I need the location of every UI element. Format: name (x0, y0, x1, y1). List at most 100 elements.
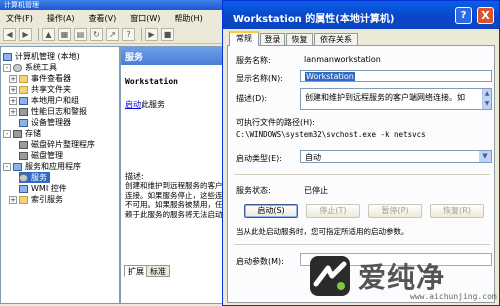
description-field[interactable]: 创建和维护到远程服务的客户端网络连接。如 ▲ ▼ (300, 88, 492, 110)
tree-item-label: 计算机管理 (本地) (15, 52, 80, 61)
back-window-title: 计算机管理 (0, 0, 232, 10)
start-button[interactable]: 启动(S) (244, 204, 298, 218)
disk-icon (19, 151, 28, 160)
toolbar: ◀ ▶ ▲ ▦ ▤ ↻ ↗ ? ▶ ■ (0, 26, 232, 44)
menu-action[interactable]: 操作(A) (47, 13, 75, 24)
collapse-toggle[interactable]: - (3, 129, 11, 138)
properties-icon[interactable]: ▤ (74, 28, 87, 41)
tree-item-services[interactable]: 服务 (19, 172, 50, 183)
dialog-title-bar[interactable]: Workstation 的属性(本地计算机) ? X (223, 1, 499, 29)
description-value: 创建和维护到远程服务的客户端网络连接。如 (305, 93, 465, 102)
service-description-text: 创建和维护到远程服务的客户 连接。如果服务停止，这些连 不可用。如果服务被禁用，… (125, 181, 230, 219)
watermark: 爱纯净 www.aichunjing.com (300, 250, 500, 306)
display-name-value: Workstation (305, 72, 355, 81)
service-name-label: 服务名称: (236, 56, 271, 65)
start-parameters-hint: 当从此处启动服务时，您可指定所适用的启动参数。 (236, 227, 409, 236)
menu-file[interactable]: 文件(F) (6, 13, 33, 24)
services-apps-icon (13, 162, 22, 171)
play-icon[interactable]: ▶ (145, 28, 158, 41)
wmi-icon (19, 184, 28, 193)
gear-icon (19, 173, 28, 182)
expand-toggle[interactable]: + (9, 85, 17, 94)
stop-button[interactable]: 停止(T) (306, 204, 360, 218)
tab-recovery[interactable]: 恢复 (286, 33, 313, 45)
tab-logon[interactable]: 登录 (260, 33, 285, 45)
help-button[interactable]: ? (455, 7, 472, 24)
dialog-tabs: 常规 登录 恢复 依存关系 (223, 31, 499, 46)
refresh-icon[interactable]: ↻ (90, 28, 103, 41)
watermark-url: www.aichunjing.com (410, 292, 497, 301)
tree-item-wmi-control[interactable]: WMI 控件 (19, 183, 67, 194)
tab-standard[interactable]: 标准 (146, 265, 170, 277)
help-icon[interactable]: ? (122, 28, 135, 41)
show-tree-icon[interactable]: ▦ (58, 28, 71, 41)
tree-item-label: 磁盘管理 (31, 151, 63, 160)
watermark-name: 爱纯净 (358, 261, 446, 294)
description-label: 描述(D): (236, 94, 268, 103)
pause-button[interactable]: 暂停(P) (368, 204, 422, 218)
storage-icon (13, 129, 22, 138)
tree-item-performance-logs[interactable]: + 性能日志和警报 (9, 106, 87, 117)
display-name-label: 显示名称(N): (236, 74, 283, 83)
forward-arrow-icon[interactable]: ▶ (19, 28, 32, 41)
tree-item-label: 服务和应用程序 (25, 162, 81, 171)
toolbar-separator (38, 28, 39, 41)
expand-toggle[interactable]: + (9, 96, 17, 105)
tree-item-disk-management[interactable]: 磁盘管理 (19, 150, 63, 161)
tree-item-services-and-apps[interactable]: - 服务和应用程序 (3, 161, 81, 172)
divider (234, 244, 490, 245)
tree-item-shared-folders[interactable]: + 共享文件夹 (9, 84, 71, 95)
dialog-title: Workstation 的属性(本地计算机) (233, 14, 395, 25)
scroll-down-icon[interactable]: ▼ (482, 99, 491, 109)
chevron-down-icon[interactable]: ▼ (479, 151, 491, 162)
stop-icon[interactable]: ■ (161, 28, 174, 41)
up-folder-icon[interactable]: ▲ (42, 28, 55, 41)
tree-item-system-tools[interactable]: - 系统工具 (3, 62, 57, 73)
start-service-link[interactable]: 启动 (125, 100, 141, 109)
performance-icon (19, 107, 28, 116)
scroll-up-icon[interactable]: ▲ (482, 89, 491, 99)
resume-button[interactable]: 恢复(R) (430, 204, 484, 218)
tree-item-device-manager[interactable]: 设备管理器 (19, 117, 71, 128)
collapse-toggle[interactable]: - (3, 162, 11, 171)
path-label: 可执行文件的路径(H): (236, 118, 315, 127)
back-arrow-icon[interactable]: ◀ (3, 28, 16, 41)
tree-item-label: 事件查看器 (31, 74, 71, 83)
tree-item-defrag[interactable]: 磁盘碎片整理程序 (19, 139, 95, 150)
tree-item-local-users[interactable]: + 本地用户和组 (9, 95, 79, 106)
startup-type-label: 启动类型(E): (236, 154, 282, 163)
tree-item-label: 系统工具 (25, 63, 57, 72)
menu-window[interactable]: 窗口(W) (130, 13, 160, 24)
expand-toggle[interactable]: + (9, 195, 17, 204)
tree-item-event-viewer[interactable]: + 事件查看器 (9, 73, 71, 84)
selected-service-name: Workstation (125, 77, 178, 86)
menu-view[interactable]: 查看(V) (89, 13, 117, 24)
tree-item-label: 磁盘碎片整理程序 (31, 140, 95, 149)
divider (234, 174, 490, 175)
tab-general[interactable]: 常规 (229, 31, 259, 46)
tree-item-storage[interactable]: - 存储 (3, 128, 41, 139)
menu-help[interactable]: 帮助(H) (174, 13, 202, 24)
tab-dependencies[interactable]: 依存关系 (314, 33, 358, 45)
tree-item-indexing-service[interactable]: + 索引服务 (9, 194, 63, 205)
expand-toggle[interactable]: + (9, 107, 17, 116)
computer-management-window: 计算机管理 文件(F) 操作(A) 查看(V) 窗口(W) 帮助(H) ◀ ▶ … (0, 0, 232, 306)
startup-type-select[interactable]: 自动 ▼ (300, 150, 492, 163)
close-button[interactable]: X (477, 7, 494, 24)
tree-item-computer-management[interactable]: 计算机管理 (本地) (3, 51, 80, 62)
service-status-value: 已停止 (304, 186, 328, 195)
collapse-toggle[interactable]: - (3, 63, 11, 72)
index-icon (19, 195, 28, 204)
tree-item-label: 共享文件夹 (31, 85, 71, 94)
services-pane-title: 服务 (125, 52, 144, 63)
display-name-field[interactable]: Workstation (300, 70, 492, 82)
console-tree: 计算机管理 (本地) - 系统工具 + 事件查看器 + 共享文件夹 + 本地用户… (0, 46, 120, 304)
expand-toggle[interactable]: + (9, 74, 17, 83)
tree-item-label: WMI 控件 (31, 184, 67, 193)
start-service-line: 启动此服务 (125, 99, 165, 110)
defrag-icon (19, 140, 28, 149)
startup-type-value: 自动 (305, 153, 321, 162)
tree-item-label: 性能日志和警报 (31, 107, 87, 116)
export-icon[interactable]: ↗ (106, 28, 119, 41)
tab-extended[interactable]: 扩展 (124, 265, 148, 277)
